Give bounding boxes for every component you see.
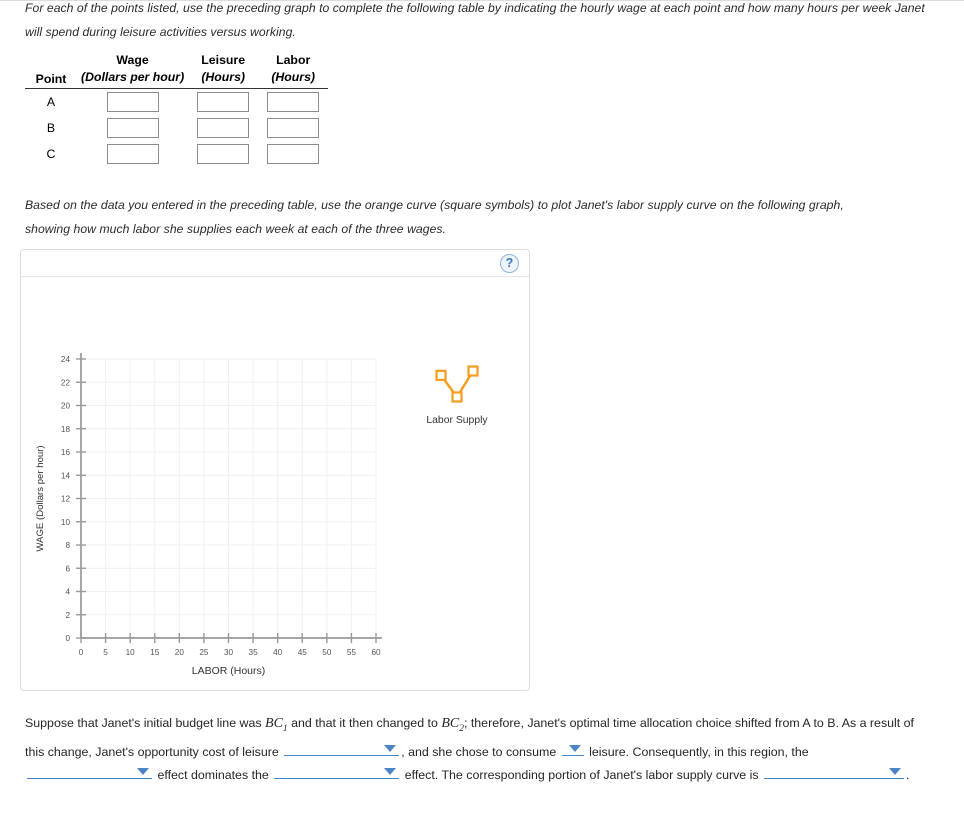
table-body: ABC [25, 89, 328, 168]
y-tick-label: 18 [61, 425, 71, 434]
chevron-down-icon [137, 768, 149, 776]
header-labor: Labor [276, 53, 311, 67]
dropdown-curve-portion[interactable] [764, 764, 905, 780]
row-point-label: B [46, 121, 56, 135]
x-tick-label: 10 [126, 648, 136, 657]
dropdown-dominated-effect[interactable] [274, 764, 400, 780]
x-tick-label: 35 [249, 648, 259, 657]
x-axis-label: LABOR (Hours) [192, 665, 266, 677]
cell-labor [258, 115, 328, 141]
cell-wage [77, 141, 188, 167]
wage-input-row-c[interactable] [106, 144, 159, 164]
y-tick-label: 4 [65, 588, 70, 597]
grid-lines [80, 358, 377, 639]
y-tick-label: 12 [61, 495, 71, 504]
header-leisure-units: (Hours) [188, 70, 259, 89]
table-row: B [25, 115, 328, 141]
budget-line-bc2: BC2 [441, 716, 464, 734]
chevron-down-icon [889, 768, 902, 776]
dropdown-leisure-amount[interactable] [561, 741, 584, 757]
closing-text-7: effect. The corresponding portion of Jan… [404, 768, 759, 783]
wage-input-row-b[interactable] [106, 118, 159, 138]
closing-text-5: leisure. Consequently, in this region, t… [589, 745, 809, 760]
wage-leisure-labor-table: Wage Leisure Labor Point (Dollars per ho… [25, 50, 329, 168]
intro-instruction-text: For each of the points listed, use the p… [25, 1, 925, 39]
x-tick-label: 5 [103, 648, 108, 657]
x-tick-label: 55 [347, 648, 357, 657]
x-tick-label: 0 [79, 648, 84, 657]
dropdown-opportunity-cost[interactable] [284, 741, 400, 757]
table-row: A [25, 89, 328, 116]
legend-label: Labor Supply [426, 415, 488, 426]
row-point-label: C [46, 147, 56, 161]
chevron-down-icon [568, 745, 581, 753]
cell-leisure [188, 89, 258, 116]
cell-leisure [188, 115, 258, 141]
y-tick-label: 22 [61, 378, 71, 387]
x-tick-label: 45 [298, 648, 308, 657]
cell-labor [258, 89, 328, 116]
legend-square-marker [451, 391, 463, 403]
labor-input-row-a[interactable] [267, 92, 320, 112]
tick-marks [76, 358, 377, 643]
x-tick-label: 60 [371, 648, 381, 657]
chevron-down-icon [384, 745, 397, 753]
wage-input-row-a[interactable] [106, 92, 159, 112]
legend-labor-supply[interactable]: Labor Supply [426, 365, 488, 427]
x-tick-label: 40 [273, 648, 283, 657]
y-tick-label: 6 [65, 564, 70, 573]
leisure-input-row-c[interactable] [197, 144, 250, 164]
graph-panel-header: ? [21, 250, 529, 277]
cell-wage [77, 115, 188, 141]
labor-supply-graph-panel: ? 0 2 4 6 8 10 12 14 16 18 20 22 24 0 5 10 15 20 25 30 35 40 4… [20, 249, 530, 691]
y-tick-label: 14 [61, 471, 71, 480]
axes [80, 353, 382, 639]
table-header-row-units: Point (Dollars per hour) (Hours) (Hours) [25, 70, 329, 89]
y-tick-label: 24 [61, 355, 71, 364]
closing-text-2: and that it then changed to [291, 716, 438, 730]
row-point-label: A [46, 95, 56, 109]
labor-input-row-b[interactable] [267, 118, 320, 138]
leisure-input-row-a[interactable] [197, 92, 250, 112]
closing-text-8: . [906, 768, 910, 783]
legend-square-marker [467, 365, 479, 377]
cell-leisure [188, 141, 258, 167]
header-wage: Wage [116, 53, 149, 67]
y-axis-label: WAGE (Dollars per hour) [35, 445, 46, 551]
y-tick-label: 10 [61, 518, 71, 527]
x-tick-label: 50 [322, 648, 332, 657]
table-header-row-top: Wage Leisure Labor [25, 50, 328, 70]
header-point: Point [25, 70, 77, 89]
y-tick-label: 16 [61, 448, 71, 457]
labor-supply-plot[interactable]: 0246810121416182022240 5 10 15 20 25 30 35 40 45 5… [21, 277, 529, 689]
header-blank [25, 50, 77, 70]
tick-labels: 0246810121416182022240 5 10 15 20 25 30 35 40 45 5… [61, 355, 381, 657]
chevron-down-icon [384, 768, 397, 776]
y-tick-label: 8 [65, 541, 70, 550]
y-tick-label: 20 [61, 402, 71, 411]
table-row: C [25, 141, 328, 167]
x-tick-label: 25 [199, 648, 209, 657]
cell-labor [258, 141, 328, 167]
y-tick-label: 2 [65, 611, 70, 620]
header-labor-units: (Hours) [258, 70, 329, 89]
dropdown-dominant-effect[interactable] [27, 764, 152, 780]
closing-text-6: effect dominates the [157, 768, 269, 783]
help-icon[interactable]: ? [500, 254, 519, 273]
x-tick-label: 20 [175, 648, 185, 657]
legend-square-marker [435, 369, 447, 381]
x-tick-label: 15 [150, 648, 160, 657]
labor-input-row-c[interactable] [267, 144, 320, 164]
header-leisure: Leisure [201, 53, 246, 67]
closing-text-4: , and she chose to consume [401, 745, 557, 760]
header-wage-units: (Dollars per hour) [77, 70, 189, 89]
cell-wage [77, 89, 188, 116]
closing-text-1: Suppose that Janet's initial budget line… [25, 716, 262, 730]
budget-line-bc1: BC1 [265, 716, 288, 734]
x-tick-label: 30 [224, 648, 234, 657]
closing-paragraph: Suppose that Janet's initial budget line… [25, 712, 925, 788]
plot-instruction-text: Based on the data you entered in the pre… [25, 198, 844, 236]
leisure-input-row-b[interactable] [197, 118, 250, 138]
y-tick-label: 0 [65, 634, 70, 643]
